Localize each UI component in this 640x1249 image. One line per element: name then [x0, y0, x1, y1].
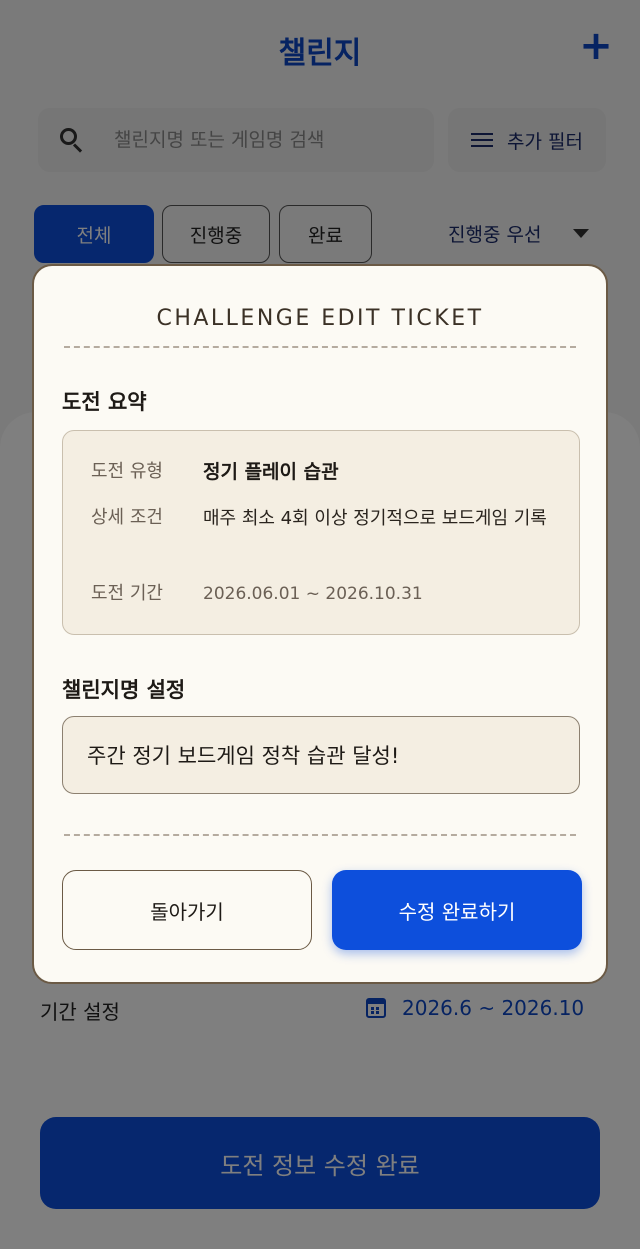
summary-box: 도전 유형 정기 플레이 습관 상세 조건 매주 최소 4회 이상 정기적으로 … [62, 430, 580, 635]
back-button[interactable]: 돌아가기 [62, 870, 312, 950]
summary-type-key: 도전 유형 [91, 461, 163, 482]
summary-period-key: 도전 기간 [91, 583, 163, 604]
summary-period-row: 도전 기간 2026.06.01 ~ 2026.10.31 [91, 579, 553, 610]
summary-condition-value: 매주 최소 4회 이상 정기적으로 보드게임 기록 [203, 508, 547, 529]
ticket-title: CHALLENGE EDIT TICKET [156, 306, 484, 331]
ticket-divider-top [64, 346, 576, 348]
edit-ticket-modal: CHALLENGE EDIT TICKET 도전 요약 도전 유형 정기 플레이… [32, 264, 608, 984]
summary-condition-row: 상세 조건 매주 최소 4회 이상 정기적으로 보드게임 기록 [91, 503, 553, 534]
summary-period-value: 2026.06.01 ~ 2026.10.31 [203, 584, 423, 604]
summary-type-value: 정기 플레이 습관 [203, 461, 339, 483]
ticket-divider-bottom [64, 834, 576, 836]
challenge-name-field[interactable]: 주간 정기 보드게임 정착 습관 달성! [62, 716, 580, 794]
summary-condition-key: 상세 조건 [91, 507, 163, 528]
summary-title: 도전 요약 [62, 390, 147, 414]
name-title: 챌린지명 설정 [62, 678, 186, 702]
confirm-edit-button[interactable]: 수정 완료하기 [332, 870, 582, 950]
summary-type-row: 도전 유형 정기 플레이 습관 [91, 457, 553, 488]
